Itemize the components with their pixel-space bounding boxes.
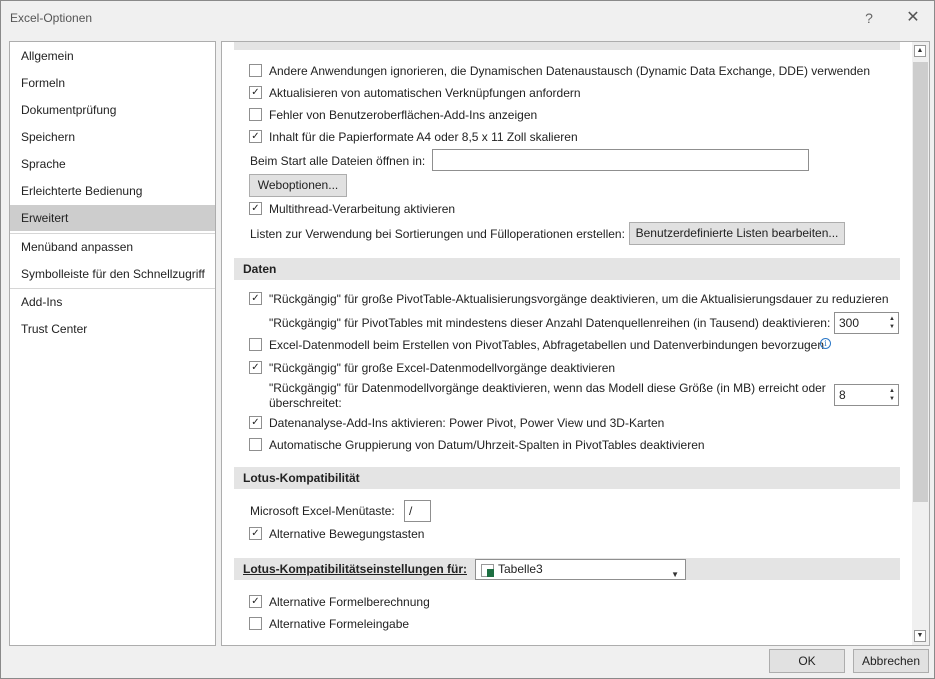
nav-item-erweitert[interactable]: Erweitert xyxy=(10,205,215,231)
sheet-select-value: Tabelle3 xyxy=(498,562,543,576)
startup-folder-input[interactable] xyxy=(432,149,809,171)
nav-item-add-ins[interactable]: Add-Ins xyxy=(10,289,215,315)
checkbox-data-analysis-addins[interactable]: ✓ xyxy=(249,416,262,429)
label-update-links: Aktualisieren von automatischen Verknüpf… xyxy=(269,86,581,100)
label-alt-navigation-keys: Alternative Bewegungstasten xyxy=(269,527,425,541)
spinner-arrows-icon[interactable]: ▲ ▼ xyxy=(888,315,896,331)
checkbox-alt-navigation-keys[interactable]: ✓ xyxy=(249,527,262,540)
cancel-button[interactable]: Abbrechen xyxy=(853,649,929,673)
checkbox-auto-grouping[interactable] xyxy=(249,438,262,451)
label-model-size-2: überschreitet: xyxy=(269,396,342,410)
checkbox-scale-paper[interactable]: ✓ xyxy=(249,130,262,143)
chevron-down-icon[interactable]: ▼ xyxy=(671,565,679,584)
options-content: Andere Anwendungen ignorieren, die Dynam… xyxy=(221,41,930,646)
label-model-size-1: "Rückgängig" für Datenmodellvorgänge dea… xyxy=(269,381,826,395)
nav-item-trust-center[interactable]: Trust Center xyxy=(10,316,215,342)
nav-item-menueband-anpassen[interactable]: Menüband anpassen xyxy=(10,234,215,260)
checkbox-prefer-data-model[interactable] xyxy=(249,338,262,351)
label-ignore-dde: Andere Anwendungen ignorieren, die Dynam… xyxy=(269,64,871,78)
checkbox-addin-errors[interactable] xyxy=(249,108,262,121)
checkbox-multithread[interactable]: ✓ xyxy=(249,202,262,215)
scroll-up-icon[interactable]: ▲ xyxy=(914,45,926,57)
help-button[interactable]: ? xyxy=(859,7,879,29)
model-size-value: 8 xyxy=(839,388,846,402)
scroll-thumb[interactable] xyxy=(913,62,928,502)
label-alt-formula-entry: Alternative Formeleingabe xyxy=(269,617,410,631)
weboptions-button[interactable]: Weboptionen... xyxy=(249,174,347,197)
checkbox-undo-data-model[interactable]: ✓ xyxy=(249,361,262,374)
excel-sheet-icon xyxy=(481,564,494,577)
checkbox-undo-pivot-refresh[interactable]: ✓ xyxy=(249,292,262,305)
content-scrollbar[interactable]: ▲ ▼ xyxy=(912,42,929,645)
ok-button[interactable]: OK xyxy=(769,649,845,673)
edit-custom-lists-button[interactable]: Benutzerdefinierte Listen bearbeiten... xyxy=(629,222,845,245)
pivot-rows-value: 300 xyxy=(839,316,860,330)
label-multithread: Multithread-Verarbeitung aktivieren xyxy=(269,202,456,216)
nav-item-dokumentpruefung[interactable]: Dokumentprüfung xyxy=(10,97,215,123)
info-icon[interactable]: i xyxy=(820,338,831,349)
nav-item-allgemein[interactable]: Allgemein xyxy=(10,43,215,69)
nav-item-erleichterte-bedienung[interactable]: Erleichterte Bedienung xyxy=(10,178,215,204)
label-auto-grouping: Automatische Gruppierung von Datum/Uhrze… xyxy=(269,438,705,452)
label-undo-data-model: "Rückgängig" für große Excel-Datenmodell… xyxy=(269,361,616,375)
label-data-analysis-addins: Datenanalyse-Add-Ins aktivieren: Power P… xyxy=(269,416,665,430)
options-nav: Allgemein Formeln Dokumentprüfung Speich… xyxy=(9,41,216,646)
checkbox-update-links[interactable]: ✓ xyxy=(249,86,262,99)
section-header-general xyxy=(234,42,900,50)
label-custom-lists: Listen zur Verwendung bei Sortierungen u… xyxy=(250,227,625,241)
close-button[interactable]: ✕ xyxy=(901,7,925,29)
nav-item-formeln[interactable]: Formeln xyxy=(10,70,215,96)
title-bar: Excel-Optionen ? ✕ xyxy=(1,1,934,37)
label-addin-errors: Fehler von Benutzeroberflächen-Add-Ins a… xyxy=(269,108,538,122)
pivot-rows-spinner[interactable]: 300 ▲ ▼ xyxy=(834,312,899,334)
nav-item-sprache[interactable]: Sprache xyxy=(10,151,215,177)
nav-item-symbolleiste[interactable]: Symbolleiste für den Schnellzugriff xyxy=(10,261,215,287)
label-undo-pivot-refresh: "Rückgängig" für große PivotTable-Aktual… xyxy=(269,292,889,306)
section-header-lotus: Lotus-Kompatibilität xyxy=(234,467,900,489)
checkbox-alt-formula-entry[interactable] xyxy=(249,617,262,630)
label-startup-folder: Beim Start alle Dateien öffnen in: xyxy=(250,154,426,168)
checkbox-ignore-dde[interactable] xyxy=(249,64,262,77)
menu-key-input[interactable]: / xyxy=(404,500,431,522)
scroll-down-icon[interactable]: ▼ xyxy=(914,630,926,642)
excel-options-dialog: Excel-Optionen ? ✕ Allgemein Formeln Dok… xyxy=(0,0,935,679)
spinner-arrows-icon[interactable]: ▲ ▼ xyxy=(888,387,896,403)
label-scale-paper: Inhalt für die Papierformate A4 oder 8,5… xyxy=(269,130,578,144)
label-alt-formula-eval: Alternative Formelberechnung xyxy=(269,595,430,609)
checkbox-alt-formula-eval[interactable]: ✓ xyxy=(249,595,262,608)
lotus-settings-title: Lotus-Kompatibilitätseinstellungen für: xyxy=(243,562,467,576)
sheet-select[interactable]: Tabelle3 ▼ xyxy=(475,559,686,580)
window-title: Excel-Optionen xyxy=(10,11,93,25)
label-prefer-data-model: Excel-Datenmodell beim Erstellen von Piv… xyxy=(269,338,825,352)
model-size-spinner[interactable]: 8 ▲ ▼ xyxy=(834,384,899,406)
section-header-data: Daten xyxy=(234,258,900,280)
label-pivot-rows: "Rückgängig" für PivotTables mit mindest… xyxy=(269,316,831,330)
nav-item-speichern[interactable]: Speichern xyxy=(10,124,215,150)
label-menu-key: Microsoft Excel-Menütaste: xyxy=(250,504,395,518)
